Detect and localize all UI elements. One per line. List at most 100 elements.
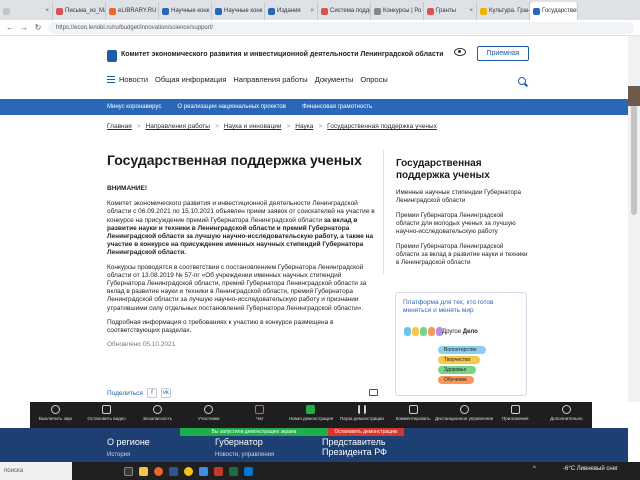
main-menu: Новости Общая информация Направления раб… [107, 75, 388, 84]
more-button[interactable]: Дополнительно [544, 405, 588, 421]
annotate-button[interactable]: Комментировать [391, 405, 435, 421]
chat-button[interactable]: Чат [238, 405, 282, 421]
url-field[interactable]: https://econ.lenobl.ru/ru/budget/innovat… [48, 21, 634, 34]
vk-icon[interactable]: vk [160, 388, 171, 398]
footer-president-rep[interactable]: Представитель Президента РФ [322, 437, 412, 457]
tab-favicon-icon [109, 7, 116, 15]
reception-button[interactable]: Приемная [477, 46, 529, 61]
menu-item-general-info[interactable]: Общая информация [155, 75, 226, 84]
chrome-icon[interactable] [184, 466, 193, 476]
browser-tab[interactable]: Конкурсы | Ро× [371, 2, 424, 20]
promo-banner[interactable]: Платформа для тех, кто готов меняться и … [395, 292, 527, 396]
menu-item-work-directions[interactable]: Направления работы [233, 75, 307, 84]
footer-history[interactable]: История [107, 452, 130, 458]
promo-brand: Другое Дело [442, 329, 478, 335]
weather-widget[interactable]: -6°C Ливневый снег [563, 466, 618, 472]
breadcrumb-science-innovation[interactable]: Наука и инновации [224, 123, 282, 130]
new-share-button[interactable]: Новая демонстрация [289, 405, 333, 421]
zoom-label: Пауза демонстрации [340, 416, 384, 421]
stop-share-button[interactable]: Остановить демонстрацию [328, 428, 404, 436]
menu-item-surveys[interactable]: Опросы [360, 75, 387, 84]
breadcrumb: Главная > Направления работы > Наука и инн… [107, 123, 437, 130]
promo-logo [404, 327, 443, 336]
breadcrumb-work-directions[interactable]: Направления работы [146, 123, 210, 130]
word-icon[interactable] [169, 466, 178, 476]
acrobat-icon[interactable] [214, 466, 223, 476]
tab-favicon-icon [427, 7, 434, 15]
quick-link-coronavirus[interactable]: Минус коронавирус [107, 104, 161, 110]
sidebar-link-science-contribution[interactable]: Премии Губернатора Ленинградской области… [396, 243, 528, 267]
mail-icon[interactable] [244, 466, 253, 476]
search-icon[interactable] [518, 77, 526, 85]
back-icon[interactable]: ← [6, 23, 14, 32]
browser-tab[interactable]: Научные конк× [159, 2, 212, 20]
footer-region[interactable]: О регионе [107, 437, 150, 447]
tab-favicon-icon [162, 7, 169, 15]
excel-icon[interactable] [229, 466, 238, 476]
browser-tab[interactable]: Письма_из_Малор× [53, 2, 106, 20]
accessibility-eye-icon[interactable] [454, 48, 466, 56]
browser-tab[interactable]: Издания × [265, 2, 318, 20]
menu-item-news[interactable]: Новости [119, 75, 148, 84]
mute-button[interactable]: Выключить звук [34, 405, 78, 421]
stop-video-button[interactable]: Остановить видео [85, 405, 129, 421]
tab-favicon-icon [533, 7, 540, 15]
scrollbar-thumb[interactable] [631, 95, 637, 215]
zoom-app-icon[interactable] [199, 466, 208, 476]
footer-governor[interactable]: Губернатор [215, 437, 263, 447]
browser-tab[interactable]: Культура. Гран× [477, 2, 530, 20]
browser-tab[interactable]: Гранты × [424, 2, 477, 20]
shield-icon [153, 405, 163, 414]
zoom-label: Дополнительно [550, 416, 583, 421]
tab-favicon-icon [3, 7, 10, 15]
file-explorer-icon[interactable] [139, 466, 148, 476]
reload-icon[interactable]: ↻ [34, 23, 42, 32]
tab-label: Письма_из_Малор [65, 8, 105, 14]
quick-link-national-projects[interactable]: О реализации национальных проектов [177, 104, 286, 110]
participants-button[interactable]: Участники [187, 405, 231, 421]
tab-close-icon[interactable]: × [469, 8, 473, 14]
tray-chevron-icon[interactable]: ^ [533, 466, 536, 472]
tab-close-icon[interactable]: × [310, 8, 314, 14]
article-paragraph: Конкурсы проводятся в соответствии с пос… [107, 263, 367, 312]
pencil-icon [408, 405, 418, 414]
remote-control-button[interactable]: Дистанционное управление [435, 405, 493, 421]
taskbar-apps [124, 466, 253, 476]
coat-of-arms-logo[interactable] [107, 50, 117, 62]
pill-label: Здоровье [444, 367, 467, 373]
breadcrumb-separator: > [286, 123, 291, 130]
sidebar-link-young-scientists[interactable]: Премии Губернатора Ленинградской области… [396, 212, 528, 236]
print-icon[interactable] [369, 389, 378, 396]
apps-button[interactable]: Приложения [493, 405, 537, 421]
browser-tab[interactable]: Государствен× [530, 2, 578, 20]
pause-share-button[interactable]: Пауза демонстрации [340, 405, 384, 421]
taskbar-search[interactable]: поиска [0, 462, 72, 480]
browser-tab[interactable]: Система подде× [318, 2, 371, 20]
article-paragraph: Комитет экономического развития и инвест… [107, 200, 377, 257]
browser-tab[interactable]: Научные конк× [212, 2, 265, 20]
firefox-icon[interactable] [154, 466, 163, 476]
task-view-icon[interactable] [124, 466, 133, 476]
promo-brand-bold: Дело [462, 329, 478, 335]
quick-link-financial-literacy[interactable]: Финансовая грамотность [302, 104, 372, 110]
menu-item-documents[interactable]: Документы [315, 75, 354, 84]
breadcrumb-science[interactable]: Наука [295, 123, 313, 130]
promo-brand-prefix: Другое [442, 329, 462, 335]
sidebar-link-scholarships[interactable]: Именные научные стипендии Губернатора Ле… [396, 189, 528, 205]
forward-icon[interactable]: → [20, 23, 28, 32]
security-button[interactable]: Безопасность [136, 405, 180, 421]
menu-icon[interactable] [107, 76, 115, 83]
tab-favicon-icon [480, 7, 487, 15]
warning-label: ВНИМАНИЕ! [107, 185, 148, 192]
tab-favicon-icon [374, 7, 381, 15]
org-title: Комитет экономического развития и инвест… [121, 51, 444, 58]
site-header: Комитет экономического развития и инвест… [0, 36, 628, 96]
tab-close-icon[interactable]: × [45, 8, 49, 14]
breadcrumb-current[interactable]: Государственная поддержка ученых [327, 123, 437, 130]
browser-tab[interactable]: eLIBRARY.RU –× [106, 2, 159, 20]
facebook-icon[interactable]: f [146, 388, 157, 398]
share-status: Вы запустили демонстрацию экрана [180, 428, 328, 436]
footer-governor-sub[interactable]: Новости, управления [215, 452, 274, 458]
browser-tab[interactable]: × [0, 2, 53, 20]
breadcrumb-home[interactable]: Главная [107, 123, 132, 130]
